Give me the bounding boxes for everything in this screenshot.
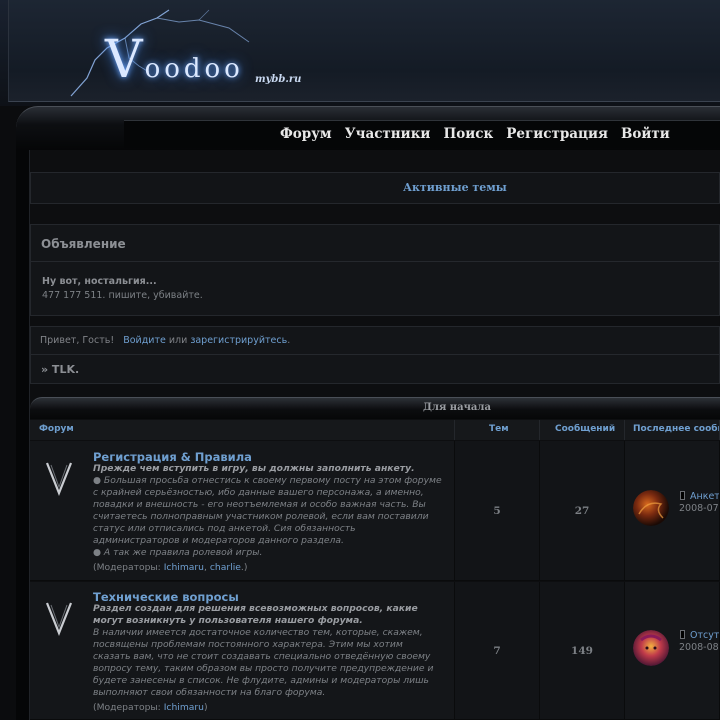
forum-moderators: (Модераторы: Ichimaru) [93,702,208,713]
forum-row-info: Технические вопросы Раздел создан для ре… [30,582,455,720]
moderator-link[interactable]: Ichimaru [164,562,204,573]
active-topics-link[interactable]: Активные темы [403,181,507,194]
left-frame [16,150,30,720]
column-header-posts: Сообщений [540,420,625,440]
site-header: Voodoo mybb.ru [0,0,720,106]
header-banner: Voodoo mybb.ru [8,0,720,102]
nav-forum[interactable]: Форум [280,126,332,142]
login-link[interactable]: Войдите [123,335,166,346]
last-post-link[interactable]: Отсут... [680,630,719,641]
nav-members[interactable]: Участники [345,126,431,142]
nav-login[interactable]: Войти [621,126,670,142]
divider [31,261,720,262]
divider [31,354,720,355]
announcement-text: 477 177 511. пишите, убивайте. [42,290,203,301]
column-header-topics: Тем [455,420,540,440]
forum-posts-count: 149 [540,582,625,720]
forum-posts-count: 27 [540,441,625,581]
last-post-link[interactable]: Анкет... [680,491,719,502]
forum-status-icon [45,602,73,636]
forum-row-info: Регистрация & Правила Прежде чем вступит… [30,441,455,581]
breadcrumb[interactable]: » TLK. [41,363,79,376]
forum-last-post: Отсут... 2008-08-... [625,582,720,720]
guest-greeting: Привет, Гость! Войдите или зарегистрируй… [40,335,291,346]
category-header: Для начала [30,397,720,419]
logo-subtitle: mybb.ru [255,74,302,85]
forum-last-post: Анкет... 2008-07-... [625,441,720,581]
last-post-date: 2008-07-... [679,503,719,514]
logo-wordmark: Voodoo [105,30,244,90]
moderator-link[interactable]: charlie [210,562,241,573]
category-title[interactable]: Для начала [423,402,491,413]
forum-description: Прежде чем вступить в игру, вы должны за… [93,463,442,558]
main-menu: Форум Участники Поиск Регистрация Войти [280,126,670,142]
nav-register[interactable]: Регистрация [506,126,608,142]
site-logo[interactable]: Voodoo mybb.ru [69,8,302,98]
user-avatar[interactable] [633,630,669,666]
column-header-last-post: Последнее сообщение [625,420,720,440]
announcement-heading: Ну вот, ностальгия... [42,276,157,287]
topic-icon [680,630,685,639]
last-post-date: 2008-08-... [679,642,719,653]
user-avatar[interactable] [633,490,669,526]
announcement-box: Объявление Ну вот, ностальгия... 477 177… [30,224,720,316]
active-topics-bar: Активные темы [30,172,720,204]
forum-title-link[interactable]: Технические вопросы [93,590,239,604]
nav-search[interactable]: Поиск [443,126,493,142]
moderator-link[interactable]: Ichimaru [164,702,204,713]
welcome-box: Привет, Гость! Войдите или зарегистрируй… [30,326,720,384]
announcement-title: Объявление [41,237,126,251]
forum-status-icon [45,462,73,496]
register-link[interactable]: зарегистрируйтесь [190,335,287,346]
forum-topics-count: 7 [455,582,540,720]
forum-title-link[interactable]: Регистрация & Правила [93,450,252,464]
forum-topics-count: 5 [455,441,540,581]
column-header-forum: Форум [30,420,455,440]
topic-icon [680,491,685,500]
forum-description: Раздел создан для решения всевозможных в… [93,603,434,698]
forum-moderators: (Модераторы: Ichimaru, charlie.) [93,562,248,573]
